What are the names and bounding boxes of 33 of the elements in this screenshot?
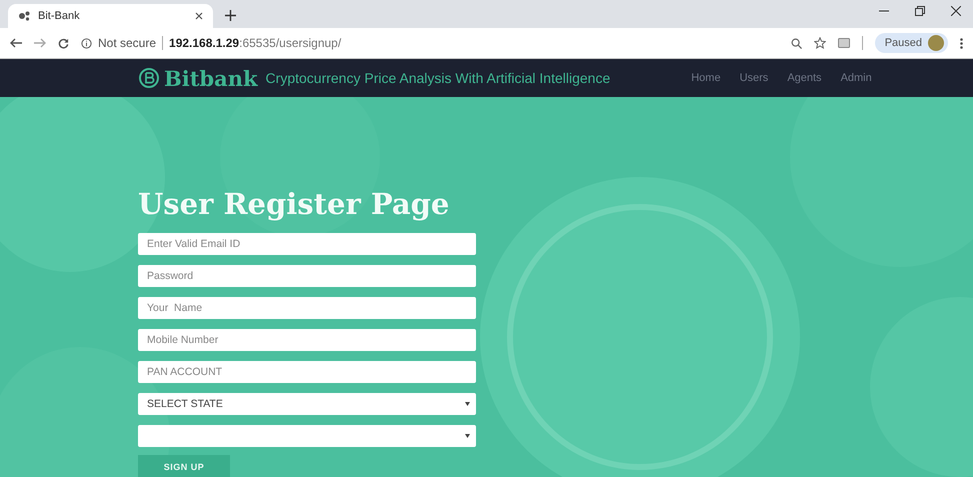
- restore-icon[interactable]: [915, 6, 925, 16]
- menu-icon[interactable]: [960, 38, 963, 48]
- page-title: User Register Page: [138, 187, 450, 221]
- bitcoin-logo-icon: [138, 67, 160, 89]
- nav-link[interactable]: Agents: [787, 72, 822, 84]
- profile-button[interactable]: Paused: [874, 33, 948, 53]
- text-input-field[interactable]: Password: [138, 265, 476, 287]
- caret-icon: [465, 434, 470, 438]
- info-icon[interactable]: [81, 38, 92, 48]
- text-input-field[interactable]: Your Name: [138, 297, 476, 319]
- nav-link[interactable]: Home: [691, 72, 721, 84]
- extension-icon[interactable]: [838, 38, 850, 48]
- text-input-field[interactable]: Enter Valid Email ID: [138, 233, 476, 255]
- zoom-icon[interactable]: [790, 38, 802, 48]
- tagline: Cryptocurrency Price Analysis With Artificial Intelligence: [266, 70, 610, 86]
- tab-title: Bit-Bank: [38, 10, 81, 22]
- star-icon[interactable]: [814, 37, 826, 49]
- close-icon[interactable]: [195, 12, 203, 20]
- nav-link[interactable]: Admin: [840, 72, 872, 84]
- browser-tab[interactable]: Bit-Bank: [8, 4, 213, 28]
- security-label: Not secure: [98, 36, 156, 50]
- brand-name[interactable]: Bitbank: [164, 66, 258, 90]
- avatar-icon: [928, 35, 944, 51]
- caret-icon: [465, 402, 470, 406]
- back-icon[interactable]: [10, 38, 22, 48]
- new-tab-icon[interactable]: [225, 10, 236, 21]
- address-field[interactable]: 192.168.1.29:65535/usersignup/: [169, 36, 342, 50]
- select-dropdown[interactable]: SELECT STATE: [138, 393, 476, 415]
- nav-link[interactable]: Users: [740, 72, 768, 84]
- text-input-field[interactable]: PAN ACCOUNT: [138, 361, 476, 383]
- reload-icon[interactable]: [58, 38, 69, 48]
- close-icon[interactable]: [951, 6, 961, 16]
- text-input-field[interactable]: Mobile Number: [138, 329, 476, 351]
